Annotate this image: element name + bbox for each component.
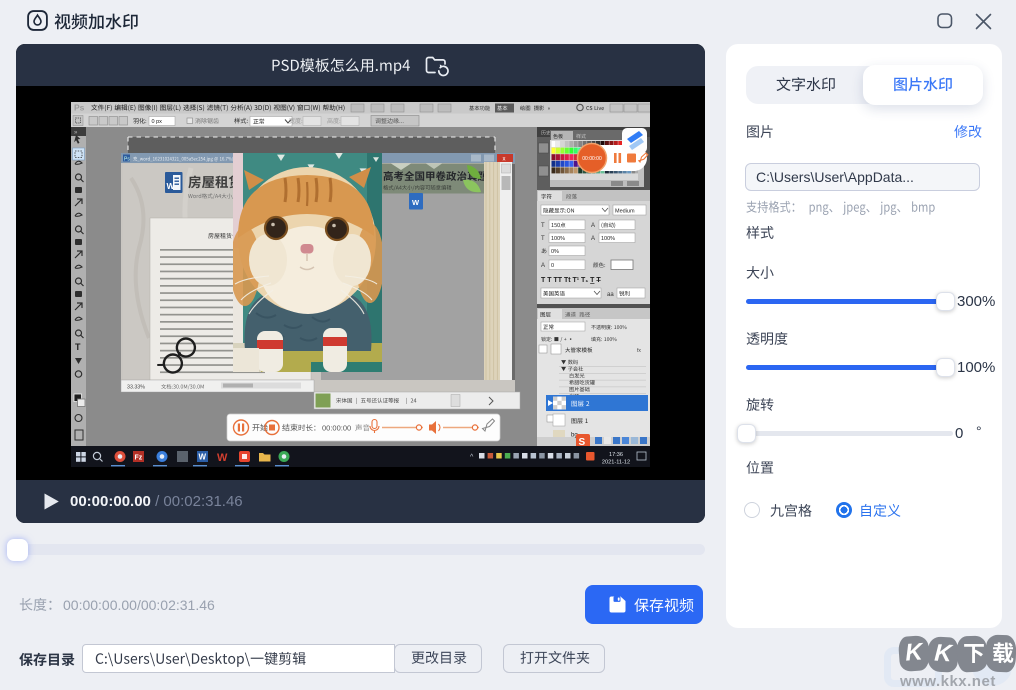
svg-text:T T TT Tt T¹ T₁ T T: T T TT Tt T¹ T₁ T T — [541, 277, 601, 284]
svg-text:T: T — [75, 342, 81, 352]
svg-text:A: A — [591, 223, 595, 229]
svg-text:A: A — [591, 236, 595, 242]
svg-text:Ps: Ps — [74, 103, 85, 113]
svg-text:Ps: Ps — [124, 157, 130, 163]
svg-text:T: T — [541, 236, 545, 242]
svg-text:aa: aa — [607, 292, 614, 298]
svg-text:Fz: Fz — [135, 455, 143, 462]
svg-text:00:00:00: 00:00:00 — [322, 424, 351, 433]
svg-text:17:36: 17:36 — [609, 452, 623, 458]
svg-text:W: W — [199, 453, 207, 462]
svg-text:x: x — [503, 157, 506, 163]
svg-text:2021-11-12: 2021-11-12 — [602, 460, 630, 466]
svg-text:W: W — [167, 181, 176, 191]
svg-text:00:00:00: 00:00:00 — [582, 156, 602, 162]
svg-text:T: T — [541, 223, 545, 229]
svg-text:0%: 0% — [551, 249, 559, 255]
svg-text:Medium: Medium — [615, 209, 635, 215]
svg-text:100%: 100% — [551, 236, 565, 242]
svg-text:fx: fx — [637, 348, 641, 354]
svg-text:33.33%: 33.33% — [127, 385, 145, 391]
svg-text:W: W — [412, 198, 420, 207]
svg-text:0 px: 0 px — [152, 119, 163, 125]
svg-text:0: 0 — [551, 263, 554, 269]
svg-text:W: W — [217, 452, 228, 464]
svg-text:A: A — [541, 263, 545, 269]
svg-text:100%: 100% — [601, 236, 615, 242]
